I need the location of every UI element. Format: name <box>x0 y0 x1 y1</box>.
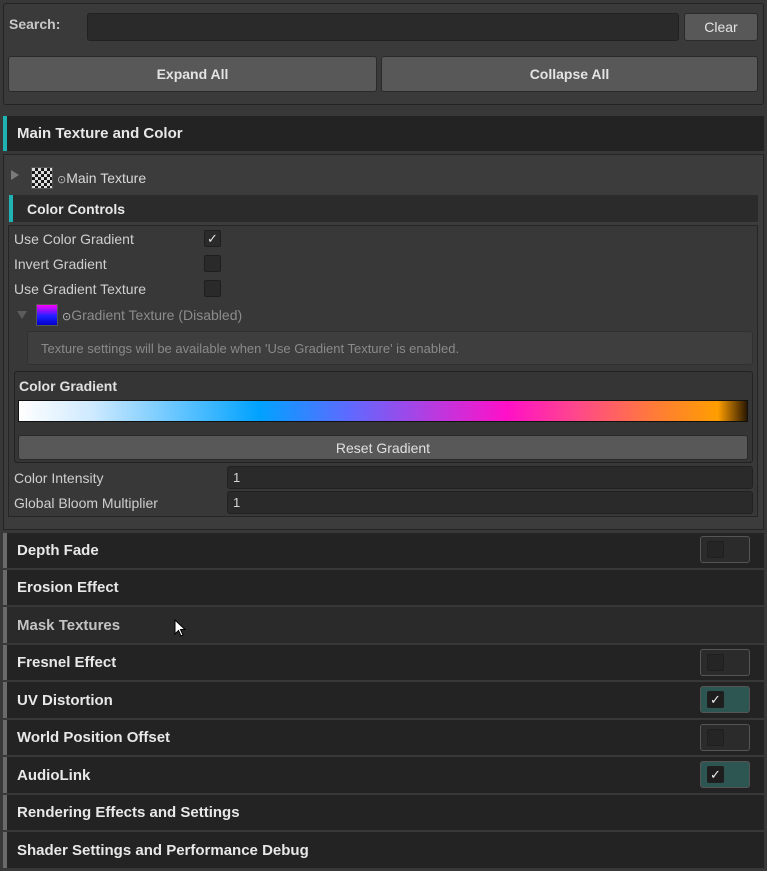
search-label: Search: <box>9 16 61 32</box>
color-intensity-field[interactable]: 1 <box>227 466 753 489</box>
invert-gradient-label: Invert Gradient <box>14 256 107 272</box>
section-mask-textures[interactable]: Mask Textures <box>3 607 764 643</box>
use-gradient-texture-checkbox[interactable] <box>204 280 221 297</box>
world-position-offset-toggle[interactable] <box>700 724 750 751</box>
section-audiolink[interactable]: AudioLink <box>3 757 764 793</box>
section-title: Mask Textures <box>17 616 121 634</box>
check-icon: ✓ <box>707 766 724 783</box>
mouse-cursor-icon <box>174 619 186 637</box>
section-rendering-effects-and-settings[interactable]: Rendering Effects and Settings <box>3 795 764 830</box>
section-world-position-offset[interactable]: World Position Offset <box>3 720 764 755</box>
use-color-gradient-label: Use Color Gradient <box>14 231 134 247</box>
section-title: Main Texture and Color <box>17 125 183 142</box>
check-icon: ✓ <box>207 230 218 246</box>
color-controls-header[interactable]: Color Controls <box>9 195 758 222</box>
checkbox <box>707 729 724 746</box>
color-gradient-title: Color Gradient <box>19 378 118 394</box>
global-bloom-multiplier-field[interactable]: 1 <box>227 491 753 514</box>
gradient-texture-help-box: Texture settings will be available when … <box>27 331 753 365</box>
section-title: Fresnel Effect <box>17 654 117 671</box>
expand-all-button[interactable]: Expand All <box>8 56 377 92</box>
global-bloom-multiplier-label: Global Bloom Multiplier <box>14 495 158 511</box>
color-controls-title: Color Controls <box>27 200 125 217</box>
collapse-all-button[interactable]: Collapse All <box>381 56 758 92</box>
section-title: AudioLink <box>17 766 91 784</box>
gradient-texture-field: ⊙Gradient Texture (Disabled) <box>62 307 242 323</box>
use-color-gradient-checkbox[interactable]: ✓ <box>204 230 221 247</box>
checkbox <box>707 541 724 558</box>
gradient-texture-foldout-arrow-icon <box>17 311 27 319</box>
fresnel-effect-toggle[interactable] <box>700 649 750 676</box>
search-input[interactable] <box>87 13 679 41</box>
section-fresnel-effect[interactable]: Fresnel Effect <box>3 645 764 680</box>
object-picker-icon: ⊙ <box>62 311 72 323</box>
invert-gradient-checkbox[interactable] <box>204 255 221 272</box>
color-gradient-field[interactable] <box>18 400 748 422</box>
clear-button[interactable]: Clear <box>684 13 758 41</box>
checkbox <box>707 654 724 671</box>
uv-distortion-toggle[interactable]: ✓ <box>700 686 750 713</box>
use-gradient-texture-label: Use Gradient Texture <box>14 281 147 297</box>
section-title: Depth Fade <box>17 542 99 559</box>
main-texture-thumbnail[interactable] <box>31 167 53 189</box>
section-title: UV Distortion <box>17 691 113 709</box>
section-title: Erosion Effect <box>17 579 119 596</box>
global-bloom-multiplier-value: 1 <box>233 495 241 510</box>
help-text: Texture settings will be available when … <box>41 340 460 356</box>
gradient-texture-label: Gradient Texture (Disabled) <box>71 307 243 323</box>
section-depth-fade[interactable]: Depth Fade <box>3 533 764 568</box>
section-uv-distortion[interactable]: UV Distortion <box>3 682 764 718</box>
section-shader-settings-and-performance-debug[interactable]: Shader Settings and Performance Debug <box>3 832 764 868</box>
object-picker-icon[interactable]: ⊙ <box>57 174 66 186</box>
section-title: Rendering Effects and Settings <box>17 804 240 821</box>
reset-gradient-button[interactable]: Reset Gradient <box>18 435 748 460</box>
depth-fade-toggle[interactable] <box>700 536 750 563</box>
check-icon: ✓ <box>707 691 724 708</box>
color-intensity-label: Color Intensity <box>14 470 104 486</box>
section-title: World Position Offset <box>17 729 171 746</box>
section-main-texture-and-color[interactable]: Main Texture and Color <box>3 116 764 151</box>
main-texture-label: Main Texture <box>66 170 147 186</box>
audiolink-toggle[interactable]: ✓ <box>700 761 750 788</box>
section-title: Shader Settings and Performance Debug <box>17 841 309 859</box>
section-erosion-effect[interactable]: Erosion Effect <box>3 570 764 605</box>
gradient-texture-thumbnail <box>36 304 58 326</box>
main-texture-foldout-arrow-icon[interactable] <box>11 170 19 180</box>
color-intensity-value: 1 <box>233 470 241 485</box>
main-texture-field[interactable]: ⊙Main Texture <box>57 170 146 186</box>
